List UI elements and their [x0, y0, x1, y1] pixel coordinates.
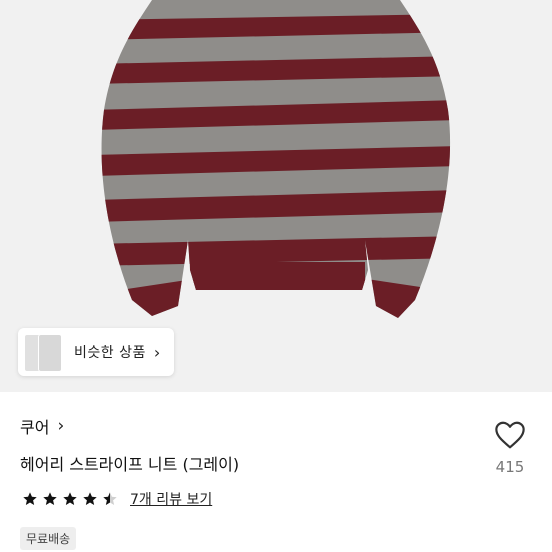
product-title: 헤어리 스트라이프 니트 (그레이) [20, 455, 240, 474]
shipping-badge: 무료배송 [20, 527, 77, 550]
brand-link[interactable]: 쿠어 › [20, 414, 64, 438]
review-link[interactable]: 7개 리뷰 보기 [130, 489, 212, 509]
product-image[interactable]: 비슷한 상품 › [0, 0, 552, 392]
chevron-right-icon: › [153, 342, 161, 362]
brand-name: 쿠어 [20, 418, 50, 437]
star-half-icon [103, 492, 117, 505]
like-button[interactable]: 415 [490, 420, 530, 476]
similar-products-button[interactable]: 비슷한 상품 › [18, 328, 175, 376]
star-rating [22, 491, 122, 507]
thumbnail-image [38, 334, 62, 372]
similar-products-label: 비슷한 상품 [74, 345, 146, 361]
star-full-icon [23, 492, 37, 505]
rating-row: 7개 리뷰 보기 [22, 489, 212, 509]
chevron-right-icon: › [57, 416, 65, 436]
heart-icon [495, 421, 525, 449]
star-full-icon [63, 492, 77, 505]
star-full-icon [43, 492, 57, 505]
star-full-icon [83, 492, 97, 505]
like-count: 415 [495, 458, 525, 476]
similar-thumbnails [18, 328, 64, 376]
